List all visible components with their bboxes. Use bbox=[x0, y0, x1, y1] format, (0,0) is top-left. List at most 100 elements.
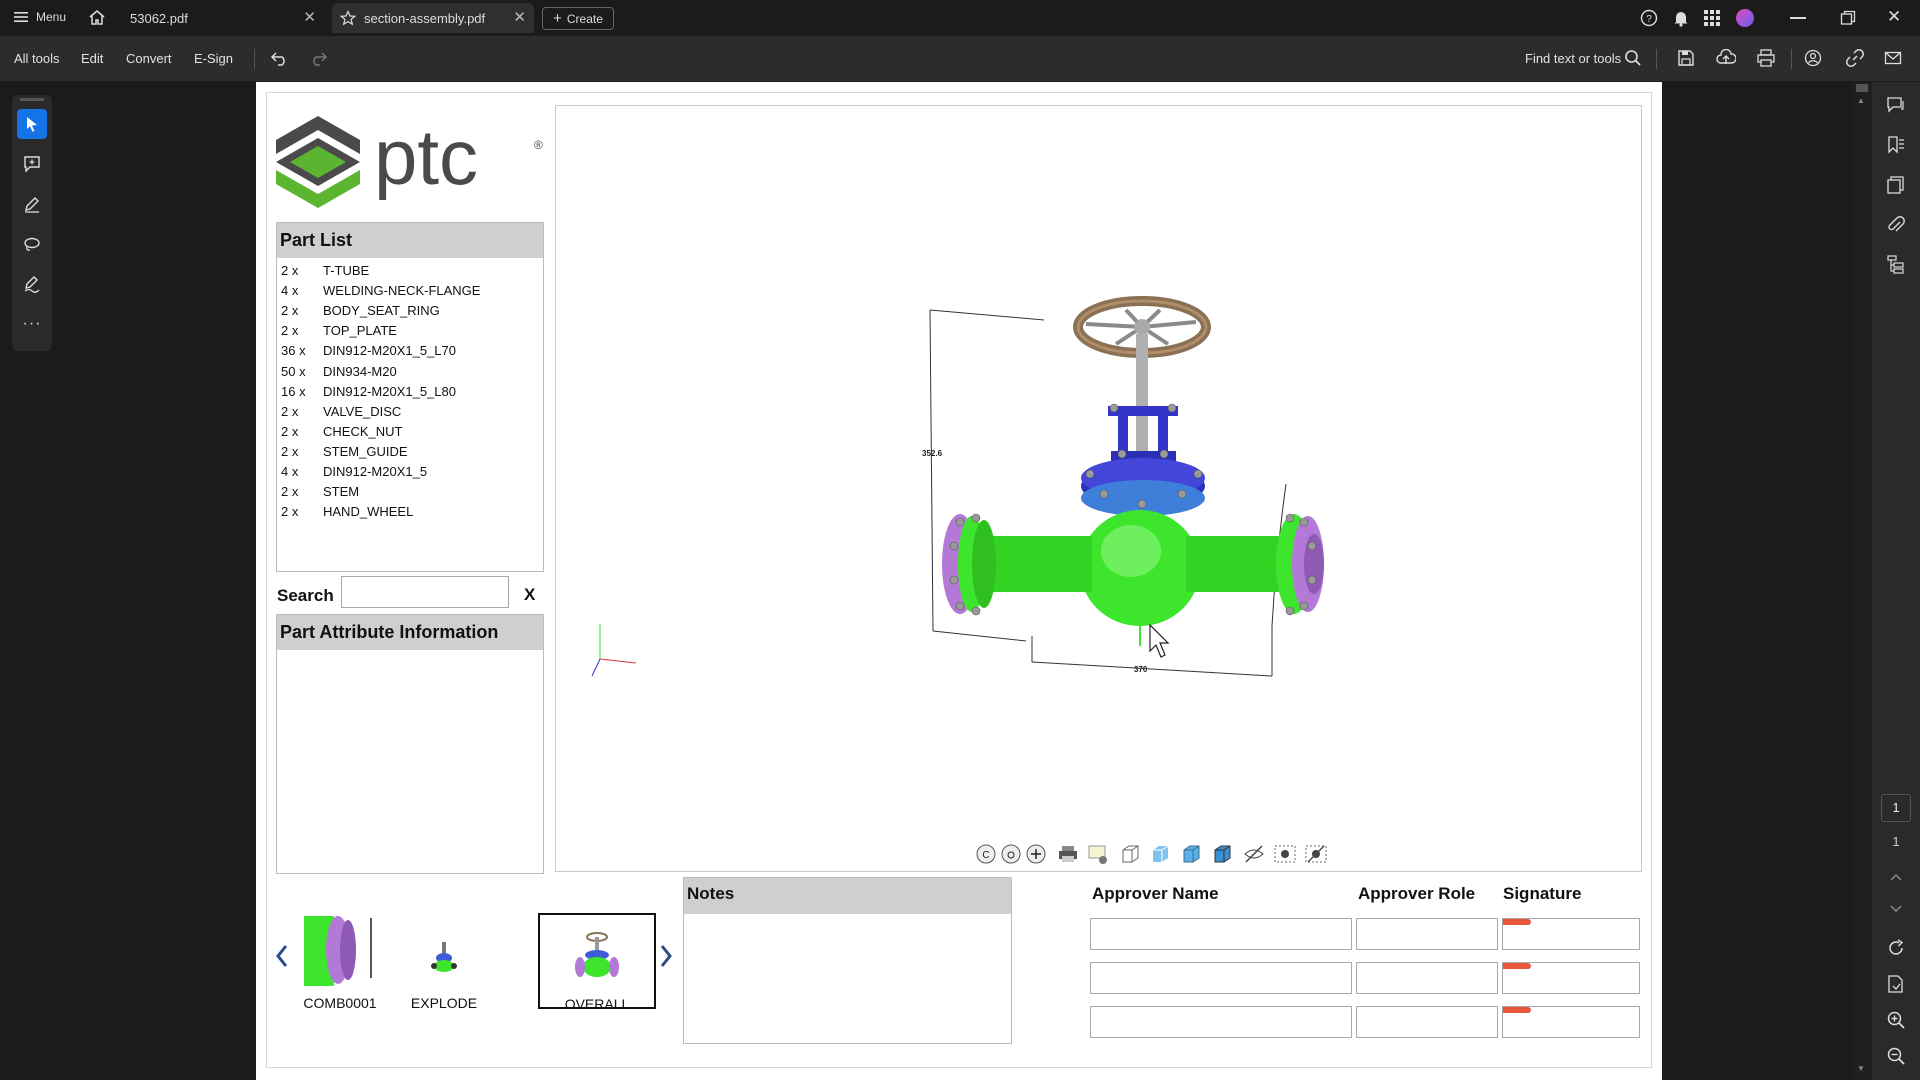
search-icon[interactable] bbox=[1624, 49, 1642, 72]
page-extract-icon[interactable] bbox=[1886, 974, 1906, 999]
menu-edit[interactable]: Edit bbox=[81, 51, 103, 66]
menu-button[interactable]: Menu bbox=[14, 10, 66, 24]
sign-tool-button[interactable] bbox=[17, 269, 47, 299]
share-people-icon[interactable] bbox=[1804, 49, 1824, 72]
menu-convert[interactable]: Convert bbox=[126, 51, 172, 66]
part-list-item[interactable]: 2 x VALVE_DISC bbox=[281, 404, 401, 419]
zoom-in-icon[interactable] bbox=[1886, 1010, 1906, 1035]
more-tools-button[interactable]: ··· bbox=[17, 309, 47, 339]
highlight-tool-button[interactable] bbox=[17, 189, 47, 219]
part-list-item[interactable]: 4 x DIN912-M20X1_5 bbox=[281, 464, 427, 479]
part-list-item[interactable]: 2 x CHECK_NUT bbox=[281, 424, 402, 439]
help-icon[interactable]: ? bbox=[1640, 9, 1658, 32]
comments-panel-icon[interactable] bbox=[1886, 96, 1906, 119]
print-icon[interactable] bbox=[1756, 49, 1776, 72]
part-list-item[interactable]: 36 x DIN912-M20X1_5_L70 bbox=[281, 343, 456, 358]
find-tools-label[interactable]: Find text or tools bbox=[1525, 51, 1621, 66]
zoom-out-icon[interactable] bbox=[1886, 1046, 1906, 1071]
menu-e-sign[interactable]: E-Sign bbox=[194, 51, 233, 66]
email-icon[interactable] bbox=[1884, 49, 1902, 72]
home-button[interactable] bbox=[88, 9, 106, 31]
pages-thumbnails-icon[interactable] bbox=[1886, 176, 1906, 199]
views-next-button[interactable] bbox=[658, 944, 674, 973]
part-list-item[interactable]: 2 x STEM_GUIDE bbox=[281, 444, 408, 459]
approver-role-field[interactable] bbox=[1356, 918, 1498, 950]
shaded-edges-icon[interactable] bbox=[1179, 842, 1203, 866]
star-icon[interactable] bbox=[340, 10, 356, 26]
profile-avatar[interactable] bbox=[1736, 9, 1754, 27]
chevron-left-icon bbox=[276, 945, 288, 967]
approver-name-field[interactable] bbox=[1090, 1006, 1352, 1038]
approver-name-field[interactable] bbox=[1090, 918, 1352, 950]
rotate-icon[interactable] bbox=[1886, 938, 1906, 963]
view-thumbnail[interactable]: EXPLODE bbox=[396, 914, 492, 1011]
attachments-icon[interactable] bbox=[1886, 216, 1906, 239]
comment-tool-button[interactable] bbox=[17, 149, 47, 179]
pan-view-icon[interactable] bbox=[999, 842, 1023, 866]
approver-role-field[interactable] bbox=[1356, 1006, 1498, 1038]
close-tab-icon[interactable]: ✕ bbox=[513, 8, 526, 26]
vertical-scrollbar[interactable]: ▲ ▼ bbox=[1852, 82, 1872, 1080]
bookmarks-icon[interactable] bbox=[1886, 136, 1906, 159]
quick-tools-panel: ··· bbox=[12, 95, 52, 351]
approver-role-field[interactable] bbox=[1356, 962, 1498, 994]
search-clear-button[interactable]: X bbox=[524, 585, 535, 605]
part-list-item[interactable]: 16 x DIN912-M20X1_5_L80 bbox=[281, 384, 456, 399]
redo-icon[interactable] bbox=[308, 49, 328, 72]
part-list-item[interactable]: 2 x TOP_PLATE bbox=[281, 323, 397, 338]
apps-grid-icon[interactable] bbox=[1704, 10, 1720, 31]
undo-icon[interactable] bbox=[270, 49, 290, 72]
part-quantity: 2 x bbox=[281, 484, 299, 500]
rotate-view-icon[interactable]: C bbox=[974, 842, 998, 866]
save-icon[interactable] bbox=[1677, 49, 1695, 72]
part-search-input[interactable] bbox=[341, 576, 509, 608]
create-button[interactable]: + Create bbox=[542, 7, 614, 30]
view-thumbnail-selected[interactable]: OVERALL bbox=[538, 913, 656, 1012]
part-list-item[interactable]: 2 x T-TUBE bbox=[281, 263, 369, 278]
background-color-icon[interactable] bbox=[1086, 842, 1110, 866]
page-number-current[interactable]: 1 bbox=[1881, 794, 1911, 822]
shaded-icon[interactable] bbox=[1148, 842, 1172, 866]
scroll-up-arrow-icon[interactable]: ▲ bbox=[1857, 96, 1865, 105]
solid-icon[interactable] bbox=[1210, 842, 1234, 866]
menu-all-tools[interactable]: All tools bbox=[14, 51, 60, 66]
show-all-icon[interactable] bbox=[1273, 842, 1297, 866]
tab-section-assembly[interactable]: section-assembly.pdf ✕ bbox=[332, 3, 534, 33]
page-down-icon[interactable] bbox=[1886, 902, 1906, 921]
bell-icon[interactable] bbox=[1672, 9, 1690, 32]
link-icon[interactable] bbox=[1846, 49, 1864, 72]
view-preview-image bbox=[304, 916, 372, 986]
views-prev-button[interactable] bbox=[274, 944, 290, 973]
part-list-item[interactable]: 2 x HAND_WHEEL bbox=[281, 504, 413, 519]
part-list-item[interactable]: 2 x STEM bbox=[281, 484, 359, 499]
close-window-icon[interactable]: ✕ bbox=[1887, 7, 1901, 27]
part-list-item[interactable]: 2 x BODY_SEAT_RING bbox=[281, 303, 440, 318]
select-tool-button[interactable] bbox=[17, 109, 47, 139]
cloud-upload-icon[interactable] bbox=[1716, 48, 1737, 72]
valve-model-render: 352.6 370 bbox=[591, 296, 1324, 677]
page-up-icon[interactable] bbox=[1886, 870, 1906, 889]
approver-name-field[interactable] bbox=[1090, 962, 1352, 994]
view-thumbnail[interactable]: COMB0001 bbox=[292, 914, 388, 1011]
left-tool-rail: ··· bbox=[0, 82, 256, 1080]
hide-parts-icon[interactable] bbox=[1242, 842, 1266, 866]
scroll-down-arrow-icon[interactable]: ▼ bbox=[1857, 1064, 1865, 1073]
close-tab-icon[interactable]: ✕ bbox=[303, 8, 316, 26]
tab-53062[interactable]: 53062.pdf ✕ bbox=[120, 3, 324, 33]
part-list-item[interactable]: 50 x DIN934-M20 bbox=[281, 364, 397, 379]
model-tree-icon[interactable] bbox=[1886, 254, 1906, 279]
restore-icon[interactable] bbox=[1840, 10, 1856, 31]
part-list-item[interactable]: 4 x WELDING-NECK-FLANGE bbox=[281, 283, 480, 298]
zoom-view-icon[interactable] bbox=[1024, 842, 1048, 866]
title-bar: Menu 53062.pdf ✕ section-assembly.pdf ✕ … bbox=[0, 0, 1920, 36]
signature-field[interactable] bbox=[1502, 918, 1640, 950]
wireframe-icon[interactable] bbox=[1118, 842, 1142, 866]
draw-tool-button[interactable] bbox=[17, 229, 47, 259]
3d-viewport[interactable]: 352.6 370 bbox=[555, 105, 1642, 872]
scroll-thumb[interactable] bbox=[1856, 84, 1868, 92]
signature-field[interactable] bbox=[1502, 1006, 1640, 1038]
print-view-icon[interactable] bbox=[1056, 842, 1080, 866]
minimize-icon[interactable] bbox=[1790, 17, 1806, 19]
signature-field[interactable] bbox=[1502, 962, 1640, 994]
hide-all-icon[interactable] bbox=[1304, 842, 1328, 866]
